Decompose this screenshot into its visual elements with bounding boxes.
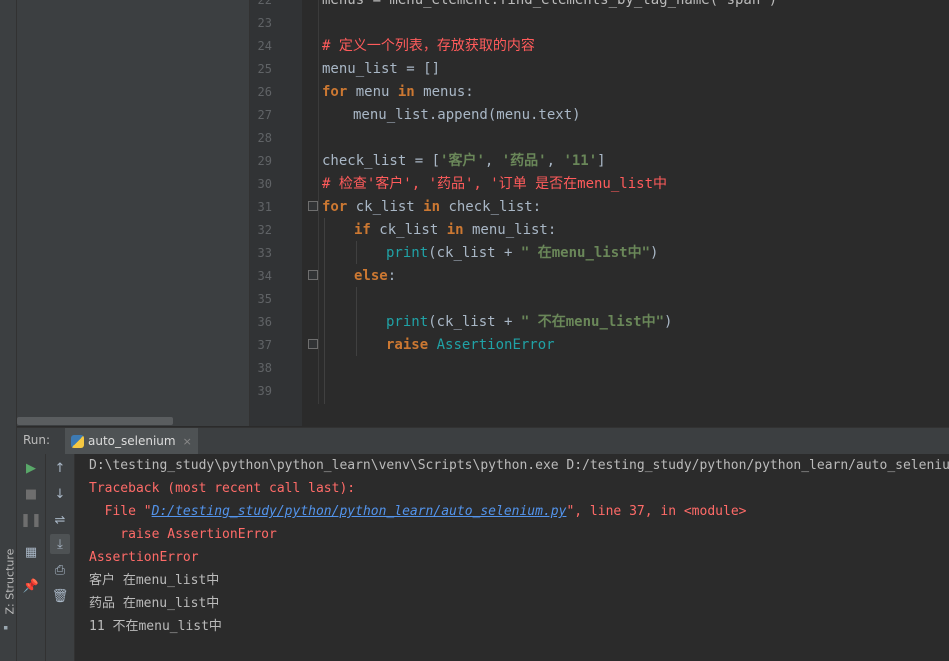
run-toolbar-right: ↑ ↓ ⇌ ⤓ ⎙ 🗑 [46, 454, 75, 661]
console-line: 药品 在menu_list中 [89, 596, 220, 611]
line-number: 36 [257, 315, 272, 329]
horizontal-scrollbar[interactable] [17, 417, 173, 425]
code-line-34: else: [354, 268, 397, 284]
line-number: 23 [257, 16, 272, 30]
rerun-icon[interactable]: ▶ [21, 458, 41, 478]
line-number: 29 [257, 154, 272, 168]
code-line-36: print(ck_list + " 不在menu_list中") [386, 314, 673, 330]
line-number: 24 [257, 39, 272, 53]
python-icon [71, 434, 84, 448]
code-line-22: menus = menu_element.find_elements_by_ta… [322, 0, 778, 8]
run-tab-label: auto_selenium [88, 434, 176, 448]
console-line: 11 不在menu_list中 [89, 619, 222, 634]
line-number: 37 [257, 338, 272, 352]
fold-marker[interactable] [308, 270, 318, 280]
line-number: 25 [257, 62, 272, 76]
indent-guide [356, 287, 357, 356]
code-line-26: for menu in menus: [322, 84, 474, 100]
code-line-37: raise AssertionError [386, 337, 555, 353]
console-output[interactable]: D:\testing_study\python\python_learn\ven… [75, 454, 949, 661]
line-number: 32 [257, 223, 272, 237]
fold-marker[interactable] [308, 201, 318, 211]
stop-icon[interactable]: ■ [21, 484, 41, 504]
code-line-32: if ck_list in menu_list: [354, 222, 557, 238]
line-number: 39 [257, 384, 272, 398]
code-line-29: check_list = ['客户', '药品', '11'] [322, 153, 606, 169]
up-arrow-icon[interactable]: ↑ [50, 458, 70, 478]
console-line: raise AssertionError [89, 527, 277, 542]
scroll-to-end-icon[interactable]: ⤓ [50, 534, 70, 554]
indent-guide [324, 218, 325, 404]
indent-guide [356, 241, 357, 264]
code-line-27: menu_list.append(menu.text) [353, 107, 581, 123]
close-tab-icon[interactable]: × [183, 435, 192, 448]
run-label: Run: [23, 433, 51, 447]
gutter-separator [318, 0, 319, 404]
console-line: D:\testing_study\python\python_learn\ven… [89, 458, 949, 473]
down-arrow-icon[interactable]: ↓ [50, 484, 70, 504]
pin-icon[interactable]: 📌 [21, 576, 41, 596]
structure-icon: ▪ [3, 623, 9, 633]
line-number: 22 [257, 0, 272, 7]
code-line-30: # 检查'客户', '药品', '订单 是否在menu_list中 [322, 176, 668, 192]
code-line-24: # 定义一个列表，存放获取的内容 [322, 38, 535, 54]
file-link[interactable]: D:/testing_study/python/python_learn/aut… [152, 504, 567, 519]
run-tab-auto-selenium[interactable]: auto_selenium × [65, 428, 198, 454]
code-line-31: for ck_list in check_list: [322, 199, 542, 215]
line-number: 35 [257, 292, 272, 306]
line-number: 34 [257, 269, 272, 283]
console-line: Traceback (most recent call last): [89, 481, 356, 496]
print-icon[interactable]: ⎙ [50, 560, 70, 580]
left-tool-strip: Z: Structure ▪ [0, 0, 17, 661]
code-line-33: print(ck_list + " 在menu_list中") [386, 245, 659, 261]
run-toolbar-left: ▶ ■ ❚❚ ▦ 📌 [17, 454, 46, 661]
pause-icon[interactable]: ❚❚ [20, 510, 42, 530]
line-number: 28 [257, 131, 272, 145]
console-line: File "D:/testing_study/python/python_lea… [89, 504, 747, 519]
code-line-25: menu_list = [] [322, 61, 441, 77]
line-number: 27 [257, 108, 272, 122]
layout-icon[interactable]: ▦ [21, 542, 41, 562]
soft-wrap-icon[interactable]: ⇌ [50, 510, 70, 530]
run-panel-header: Run: auto_selenium × [17, 427, 949, 455]
line-number: 26 [257, 85, 272, 99]
fold-marker[interactable] [308, 339, 318, 349]
console-line: AssertionError [89, 550, 199, 565]
line-number: 38 [257, 361, 272, 375]
line-number: 31 [257, 200, 272, 214]
console-line: 客户 在menu_list中 [89, 573, 220, 588]
project-pane [17, 0, 250, 426]
structure-tool-tab[interactable]: Z: Structure [4, 549, 17, 615]
trash-icon[interactable]: 🗑 [50, 586, 70, 606]
line-number: 30 [257, 177, 272, 191]
line-number: 33 [257, 246, 272, 260]
